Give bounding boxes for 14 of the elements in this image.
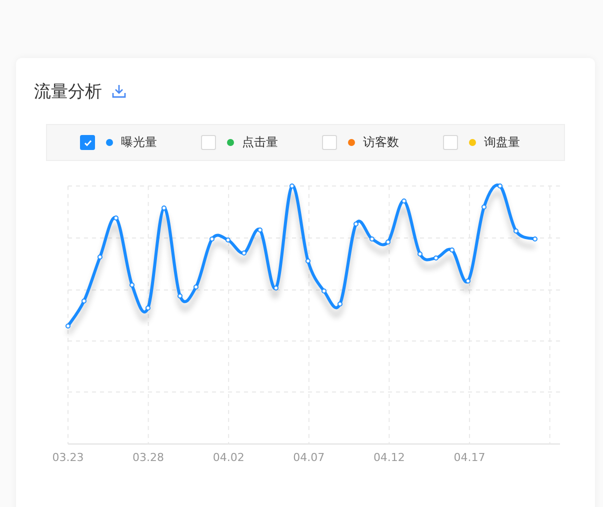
legend-label: 访客数: [363, 134, 399, 151]
download-icon[interactable]: [112, 84, 126, 98]
legend-label: 曝光量: [121, 134, 157, 151]
axis-label: 04.12: [373, 451, 405, 464]
axis-label: 04.07: [293, 451, 325, 464]
check-icon: [82, 138, 92, 148]
axis-label: 04.02: [212, 451, 244, 464]
axis-label: 03.23: [52, 451, 84, 464]
legend-label: 点击量: [242, 134, 278, 151]
card-title: 流量分析: [34, 80, 102, 102]
axis-label: 04.17: [454, 451, 486, 464]
legend-label: 询盘量: [484, 134, 520, 151]
checkbox[interactable]: [80, 135, 95, 150]
axis-label: 03.28: [132, 451, 164, 464]
